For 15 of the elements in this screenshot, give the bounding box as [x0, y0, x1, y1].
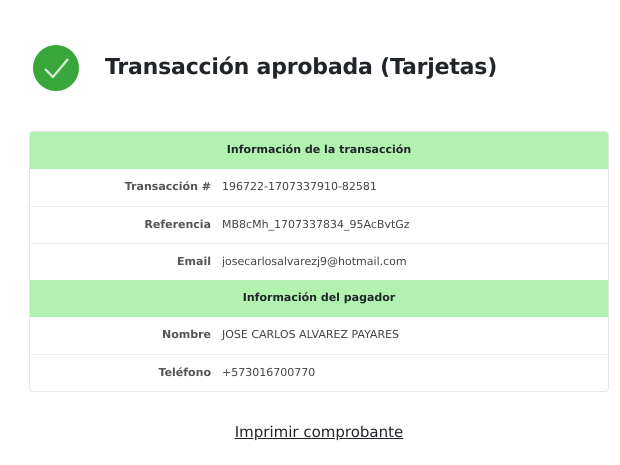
- field-label: Email: [176, 254, 211, 270]
- field-value: josecarlosalvarezj9@hotmail.com: [222, 254, 407, 270]
- field-label: Nombre: [161, 327, 211, 344]
- field-label: Teléfono: [158, 364, 211, 381]
- field-value: +573016700770: [222, 364, 316, 381]
- print-link[interactable]: Imprimir comprobante: [234, 423, 404, 441]
- field-label: Referencia: [143, 216, 211, 233]
- page-title: Transacción aprobada (Tarjetas): [105, 54, 498, 82]
- field-label: Transacción #: [124, 179, 211, 196]
- field-value: JOSE CARLOS ALVAREZ PAYARES: [222, 327, 400, 344]
- section-header: Información del pagador: [30, 280, 608, 317]
- checkmark-icon: [33, 45, 79, 91]
- field-value: MB8cMh_1707337834_95AcBvtGz: [222, 216, 410, 233]
- section-header: Información de la transacción: [30, 132, 608, 169]
- field-value: 196722-1707337910-82581: [222, 179, 377, 196]
